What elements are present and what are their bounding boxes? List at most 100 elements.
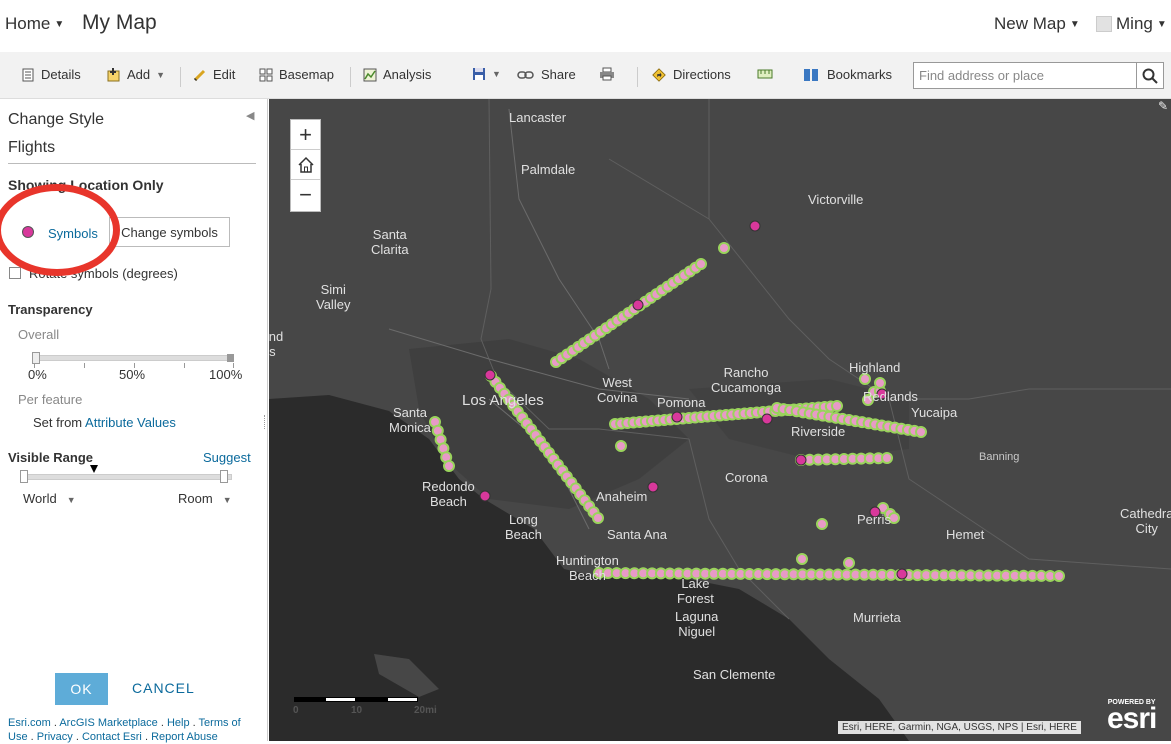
city-label: Hemet	[946, 527, 985, 542]
range-max-select[interactable]: Room ▼	[178, 491, 232, 506]
city-label: Palmdale	[521, 162, 576, 177]
save-button[interactable]: ▼	[472, 67, 501, 81]
flight-symbol[interactable]	[795, 454, 807, 466]
ok-button[interactable]: OK	[55, 673, 108, 705]
flight-point[interactable]	[796, 553, 808, 565]
city-label: Santa Monica	[389, 405, 431, 435]
cancel-button[interactable]: CANCEL	[132, 680, 195, 696]
visible-range-slider[interactable]	[20, 470, 232, 483]
panel-resize-handle[interactable]	[264, 415, 267, 429]
basemap-grid-icon	[259, 68, 273, 81]
contact-link[interactable]: Contact Esri	[82, 731, 142, 743]
link-icon	[517, 70, 534, 79]
analysis-label: Analysis	[383, 67, 432, 82]
flight-point[interactable]	[615, 440, 627, 452]
set-from-label: Set from	[33, 415, 83, 430]
range-max-handle[interactable]	[220, 470, 228, 483]
flight-point[interactable]	[881, 452, 893, 464]
flight-point[interactable]	[1053, 570, 1065, 582]
pencil-icon	[193, 69, 206, 81]
flight-point[interactable]	[816, 518, 828, 530]
report-abuse-link[interactable]: Report Abuse	[151, 731, 218, 743]
flight-point[interactable]	[859, 373, 871, 385]
zoom-control: + −	[290, 119, 321, 212]
new-map-menu[interactable]: New Map ▼	[994, 14, 1080, 34]
edit-button[interactable]: Edit	[193, 67, 235, 82]
city-label: Los Angeles	[462, 392, 544, 409]
flight-symbol[interactable]	[632, 299, 644, 311]
attribute-values-link[interactable]: Attribute Values	[85, 415, 176, 430]
privacy-link[interactable]: Privacy	[37, 731, 73, 743]
transparency-slider[interactable]	[32, 352, 234, 364]
flight-point[interactable]	[831, 400, 843, 412]
map-view[interactable]: Lancaster Palmdale Victorville Santa Clarit…	[269, 99, 1171, 741]
range-min-select[interactable]: World ▼	[23, 491, 76, 506]
flight-symbol[interactable]	[484, 369, 496, 381]
zoom-in-button[interactable]: +	[291, 120, 320, 150]
flight-point[interactable]	[874, 377, 886, 389]
minus-icon: −	[299, 182, 312, 207]
flight-point[interactable]	[915, 426, 927, 438]
flight-point[interactable]	[718, 242, 730, 254]
measure-button[interactable]	[757, 67, 779, 81]
bookmarks-icon	[804, 68, 818, 81]
suggest-link[interactable]: Suggest	[203, 450, 251, 465]
set-from-text: Set from Attribute Values	[33, 415, 176, 430]
symbol-swatch[interactable]	[22, 226, 34, 238]
basemap-button[interactable]: Basemap	[259, 67, 334, 82]
tick-label-0: 0%	[28, 367, 47, 382]
bookmarks-button[interactable]: Bookmarks	[803, 67, 892, 82]
search-icon	[1142, 68, 1158, 84]
change-symbols-button[interactable]: Change symbols	[109, 217, 230, 247]
directions-button[interactable]: Directions	[651, 67, 731, 82]
user-menu[interactable]: Ming ▼	[1096, 14, 1167, 34]
panel-title: Change Style	[8, 111, 105, 128]
flight-symbol[interactable]	[749, 220, 761, 232]
analysis-button[interactable]: Analysis	[363, 67, 431, 82]
range-min-handle[interactable]	[20, 470, 28, 483]
home-extent-button[interactable]	[291, 150, 320, 180]
avatar	[1096, 16, 1112, 32]
city-label: Laguna Niguel	[675, 609, 719, 639]
rotate-symbols-checkbox[interactable]	[9, 267, 21, 279]
flight-symbol[interactable]	[671, 411, 683, 423]
overall-label: Overall	[18, 327, 60, 342]
share-button[interactable]: Share	[517, 67, 576, 82]
city-label: Redondo Beach	[422, 479, 475, 509]
flight-point[interactable]	[443, 460, 455, 472]
flight-symbol[interactable]	[761, 413, 773, 425]
add-button[interactable]: Add ▼	[107, 67, 165, 82]
drawing-style-label: Showing Location Only	[8, 177, 164, 193]
details-icon	[22, 68, 34, 81]
esri-com-link[interactable]: Esri.com	[8, 717, 51, 729]
print-button[interactable]	[599, 67, 621, 81]
symbols-link[interactable]: Symbols	[48, 226, 98, 241]
collapse-panel-icon[interactable]: ◀	[246, 109, 254, 122]
flight-symbol[interactable]	[647, 481, 659, 493]
details-button[interactable]: Details	[21, 67, 81, 82]
transparency-heading: Transparency	[8, 302, 93, 317]
flight-symbol[interactable]	[896, 568, 908, 580]
help-link[interactable]: Help	[167, 717, 190, 729]
footer-links: Esri.com . ArcGIS Marketplace . Help . T…	[8, 717, 241, 743]
flight-point[interactable]	[843, 557, 855, 569]
edit-corner-icon[interactable]: ✎	[1158, 99, 1168, 113]
toolbar-divider	[637, 67, 638, 87]
city-label: Banning	[979, 451, 1020, 463]
home-menu[interactable]: Home ▼	[5, 14, 64, 34]
measure-icon	[757, 69, 773, 79]
new-map-label: New Map	[994, 14, 1066, 33]
flight-point[interactable]	[592, 512, 604, 524]
city-label: Anaheim	[596, 489, 648, 504]
flight-symbol[interactable]	[479, 490, 491, 502]
zoom-out-button[interactable]: −	[291, 180, 320, 210]
city-label: West Covina	[597, 375, 638, 405]
search-input[interactable]	[913, 62, 1137, 89]
flight-point[interactable]	[695, 258, 707, 270]
search-button[interactable]	[1137, 62, 1164, 89]
home-icon	[297, 156, 314, 173]
city-label: Victorville	[808, 192, 864, 207]
city-label: San Clemente	[693, 667, 776, 682]
marketplace-link[interactable]: ArcGIS Marketplace	[59, 717, 157, 729]
share-label: Share	[541, 67, 576, 82]
